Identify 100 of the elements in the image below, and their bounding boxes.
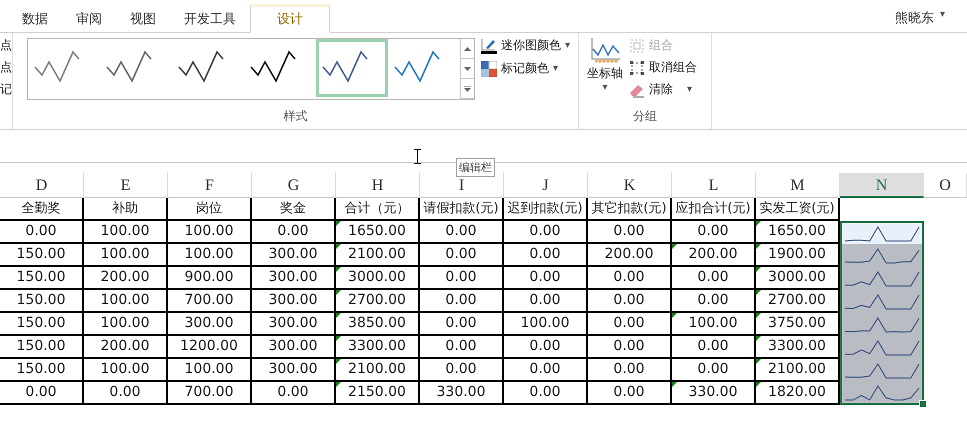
table-cell: 0.00	[588, 336, 672, 359]
user-name[interactable]: 熊晓东	[894, 9, 934, 27]
table-header-cell: 奖金	[252, 198, 336, 221]
column-header[interactable]: K	[588, 173, 672, 198]
table-header-cell: 实发工资(元)	[756, 198, 840, 221]
sparkline-style-option[interactable]	[316, 39, 388, 97]
table-header-cell: 其它扣款(元)	[588, 198, 672, 221]
clear-button[interactable]: 清除 ▾	[629, 81, 698, 98]
table-header-cell: 迟到扣款(元)	[504, 198, 588, 221]
error-indicator-icon	[336, 290, 341, 295]
table-cell: 0.00	[252, 382, 336, 405]
table-cell: 2100.00	[336, 359, 420, 382]
table-cell: 0.00	[672, 336, 756, 359]
group-icon	[629, 38, 646, 54]
table-cell: 0.00	[420, 221, 504, 244]
table-cell: 0.00	[588, 313, 672, 336]
table-cell: 0.00	[504, 336, 588, 359]
column-header[interactable]: N	[840, 173, 924, 198]
axis-button[interactable]: 坐标轴 ▾	[579, 33, 628, 107]
table-cell: 300.00	[252, 336, 336, 359]
error-indicator-icon	[756, 244, 761, 249]
ribbon-tab[interactable]: 开发工具	[170, 7, 250, 32]
ribbon-tab[interactable]: 设计	[250, 4, 330, 33]
error-indicator-icon	[336, 313, 341, 318]
column-header[interactable]: O	[924, 173, 967, 198]
table-cell: 0.00	[0, 221, 84, 244]
table-cell: 0.00	[504, 359, 588, 382]
ribbon-tab[interactable]: 数据	[8, 7, 62, 32]
table-cell: 200.00	[84, 267, 168, 290]
axis-chart-icon	[589, 37, 622, 65]
column-header[interactable]: E	[84, 173, 168, 198]
table-cell: 100.00	[84, 313, 168, 336]
table-cell: 100.00	[168, 359, 252, 382]
table-cell: 0.00	[504, 267, 588, 290]
table-cell: 3850.00	[336, 313, 420, 336]
column-header[interactable]: L	[672, 173, 756, 198]
error-indicator-icon	[672, 313, 677, 318]
table-cell: 100.00	[672, 313, 756, 336]
error-indicator-icon	[336, 382, 341, 387]
ribbon-label[interactable]: 点	[0, 59, 12, 76]
column-header[interactable]: H	[336, 173, 420, 198]
error-indicator-icon	[336, 221, 341, 226]
table-cell: 300.00	[252, 359, 336, 382]
table-cell: 0.00	[420, 244, 504, 267]
table-cell: 0.00	[588, 267, 672, 290]
table-cell: 200.00	[84, 336, 168, 359]
table-cell: 100.00	[84, 290, 168, 313]
table-header-cell: 请假扣款(元)	[420, 198, 504, 221]
color-squares-icon	[481, 60, 497, 76]
column-header[interactable]: D	[0, 173, 84, 198]
table-cell: 2700.00	[336, 290, 420, 313]
ribbon-tab[interactable]: 审阅	[62, 7, 116, 32]
error-indicator-icon	[336, 336, 341, 341]
table-cell: 150.00	[0, 359, 84, 382]
table-cell: 0.00	[588, 221, 672, 244]
group-label: 样式	[282, 108, 309, 125]
table-cell: 150.00	[0, 313, 84, 336]
table-cell: 0.00	[504, 382, 588, 405]
table-cell: 0.00	[0, 382, 84, 405]
group-label: 分组	[632, 108, 658, 125]
error-indicator-icon	[756, 359, 761, 364]
table-cell: 0.00	[672, 359, 756, 382]
sparkline-color-button[interactable]: 迷你图颜色 ▾	[481, 37, 570, 54]
column-header[interactable]: F	[168, 173, 252, 198]
table-cell: 0.00	[504, 221, 588, 244]
table-cell: 0.00	[672, 290, 756, 313]
error-indicator-icon	[672, 382, 677, 387]
column-header[interactable]: J	[504, 173, 588, 198]
error-indicator-icon	[756, 290, 761, 295]
table-cell: 150.00	[0, 267, 84, 290]
ribbon-label[interactable]: 记	[0, 81, 12, 98]
error-indicator-icon	[756, 221, 761, 226]
table-cell: 300.00	[252, 313, 336, 336]
error-indicator-icon	[756, 267, 761, 272]
column-header[interactable]: I	[420, 173, 504, 198]
table-cell: 700.00	[168, 290, 252, 313]
ribbon-label[interactable]: 点	[0, 37, 12, 54]
error-indicator-icon	[756, 382, 761, 387]
ribbon-tab[interactable]: 视图	[116, 7, 170, 32]
error-indicator-icon	[756, 313, 761, 318]
table-cell: 100.00	[84, 359, 168, 382]
ungroup-button[interactable]: 取消组合	[629, 59, 698, 76]
table-cell: 0.00	[420, 359, 504, 382]
table-cell: 0.00	[672, 221, 756, 244]
table-cell: 1200.00	[168, 336, 252, 359]
table-cell: 100.00	[168, 221, 252, 244]
error-indicator-icon	[336, 267, 341, 272]
table-cell: 0.00	[504, 290, 588, 313]
fill-handle[interactable]	[919, 400, 927, 408]
marker-color-button[interactable]: 标记颜色 ▾	[481, 60, 570, 77]
table-cell: 0.00	[84, 382, 168, 405]
column-header[interactable]: G	[252, 173, 336, 198]
table-header-cell: 岗位	[168, 198, 252, 221]
error-indicator-icon	[336, 359, 341, 364]
table-cell: 150.00	[0, 244, 84, 267]
table-cell: 0.00	[420, 267, 504, 290]
error-indicator-icon	[756, 336, 761, 341]
table-cell: 200.00	[672, 244, 756, 267]
dropdown-caret[interactable]: ▾	[940, 9, 945, 27]
table-cell: 3000.00	[336, 267, 420, 290]
